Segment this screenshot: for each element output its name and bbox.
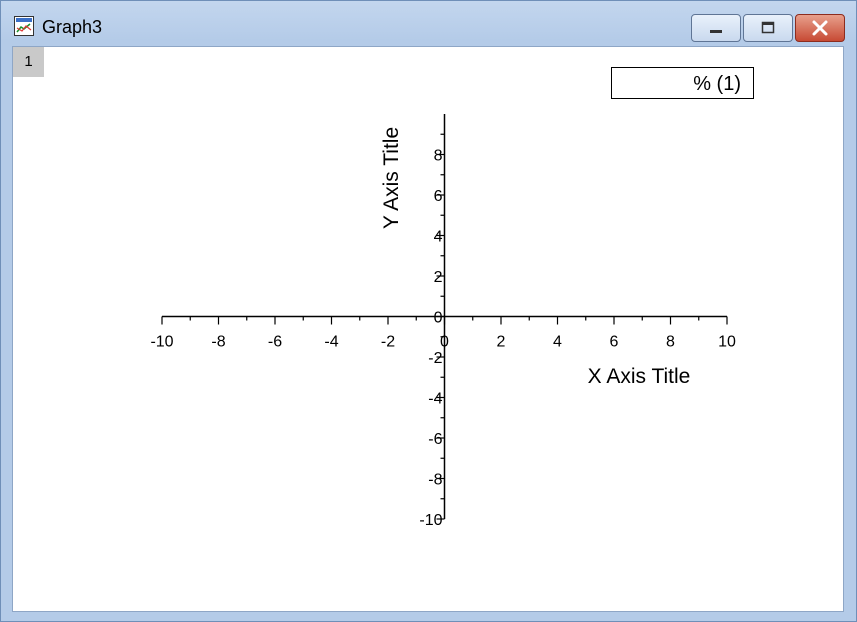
y-tick-label: -10 [419, 512, 442, 529]
window-title: Graph3 [42, 17, 103, 37]
y-tick-label: 6 [434, 188, 443, 205]
x-tick-label: 8 [666, 334, 675, 351]
x-tick-label: 10 [718, 334, 736, 351]
x-tick-label: 4 [553, 334, 562, 351]
graph-window: Graph3 1 -10 -8 -6 -4 -2 0 2 4 6 8 10 -10 -8 -6 -4 -2 0 2… [0, 0, 857, 622]
close-icon [812, 20, 828, 36]
minimize-icon [710, 30, 722, 33]
close-button[interactable] [795, 14, 845, 42]
x-tick-label: -10 [150, 334, 173, 351]
title-bar[interactable]: Graph3 [1, 1, 856, 46]
y-tick-label: -8 [428, 472, 442, 489]
x-tick-label: 2 [497, 334, 506, 351]
x-tick-label: -4 [324, 334, 338, 351]
y-tick-label: 8 [434, 148, 443, 165]
graph-window-icon [14, 16, 34, 36]
maximize-icon [761, 21, 775, 34]
legend-text: % (1) [693, 73, 741, 95]
y-axis-title: Y Axis Title [380, 127, 403, 229]
y-tick-label: -2 [428, 350, 442, 367]
x-tick-label: -2 [381, 334, 395, 351]
plot-area: -10 -8 -6 -4 -2 0 2 4 6 8 10-10-8-6-4-202468X Axis… [150, 114, 736, 529]
x-tick-label: -6 [268, 334, 282, 351]
graph-canvas[interactable]: 1 -10 -8 -6 -4 -2 0 2 4 6 8 10 -10 -8 -6 -4 -2 0 2 4 6 8 X Ax… [12, 46, 844, 612]
maximize-button[interactable] [743, 14, 793, 42]
y-tick-label: 0 [434, 310, 443, 327]
x-tick-label: 6 [610, 334, 619, 351]
y-tick-label: 4 [434, 229, 443, 246]
y-tick-label: 2 [434, 269, 443, 286]
legend-box[interactable]: % (1) [611, 67, 754, 99]
x-tick-label: -8 [211, 334, 225, 351]
y-tick-label: -6 [428, 431, 442, 448]
y-tick-label: -4 [428, 391, 442, 408]
x-tick-label: 0 [440, 334, 449, 351]
minimize-button[interactable] [691, 14, 741, 42]
x-axis-title: X Axis Title [588, 365, 691, 388]
